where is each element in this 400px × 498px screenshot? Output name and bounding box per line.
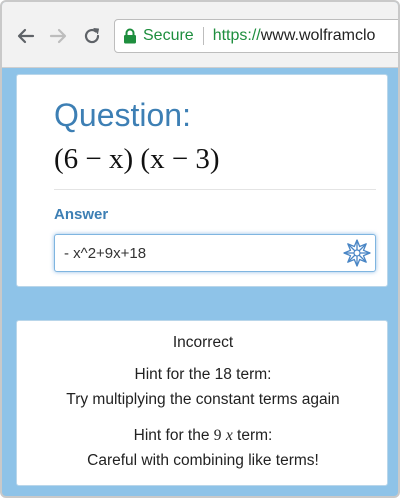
feedback-status: Incorrect [172, 334, 234, 351]
forward-arrow-icon [49, 28, 67, 44]
browser-window: Secure https:// www.wolframclo Question:… [0, 0, 400, 498]
hint-2-prefix: Hint for the [133, 427, 210, 444]
address-separator [202, 27, 204, 45]
hint-2-heading: Hint for the 9 x term: [17, 427, 389, 445]
back-arrow-icon [17, 28, 35, 44]
secure-label: Secure [143, 27, 194, 44]
hint-2-suffix: term: [237, 427, 273, 444]
question-title: Question: [54, 97, 191, 133]
wolfram-star-icon[interactable] [342, 238, 372, 268]
lock-icon [124, 28, 136, 44]
hint-2-text: Careful with combining like terms! [87, 452, 319, 469]
hint-1-heading: Hint for the 18 term: [134, 366, 272, 383]
answer-label: Answer [54, 206, 109, 223]
reload-icon [84, 28, 100, 44]
url-scheme: https:// [212, 27, 261, 44]
reload-button[interactable] [80, 24, 104, 48]
question-card: Question: (6 − x) (x − 3) Answer [16, 74, 388, 287]
browser-toolbar: Secure https:// www.wolframclo [2, 2, 398, 68]
back-button[interactable] [14, 24, 38, 48]
question-expression: (6 − x) (x − 3) [54, 143, 220, 175]
hint-1-text: Try multiplying the constant terms again [66, 391, 340, 408]
divider [54, 189, 376, 190]
forward-button[interactable] [46, 24, 70, 48]
answer-input[interactable] [54, 234, 376, 272]
hint-2-variable: x [225, 427, 233, 444]
feedback-card: Incorrect Hint for the 18 term: Try mult… [16, 320, 388, 486]
address-bar[interactable]: Secure https:// www.wolframclo [114, 19, 398, 53]
hint-2-coefficient: 9 [213, 427, 222, 444]
url-host: www.wolframclo [260, 27, 376, 44]
